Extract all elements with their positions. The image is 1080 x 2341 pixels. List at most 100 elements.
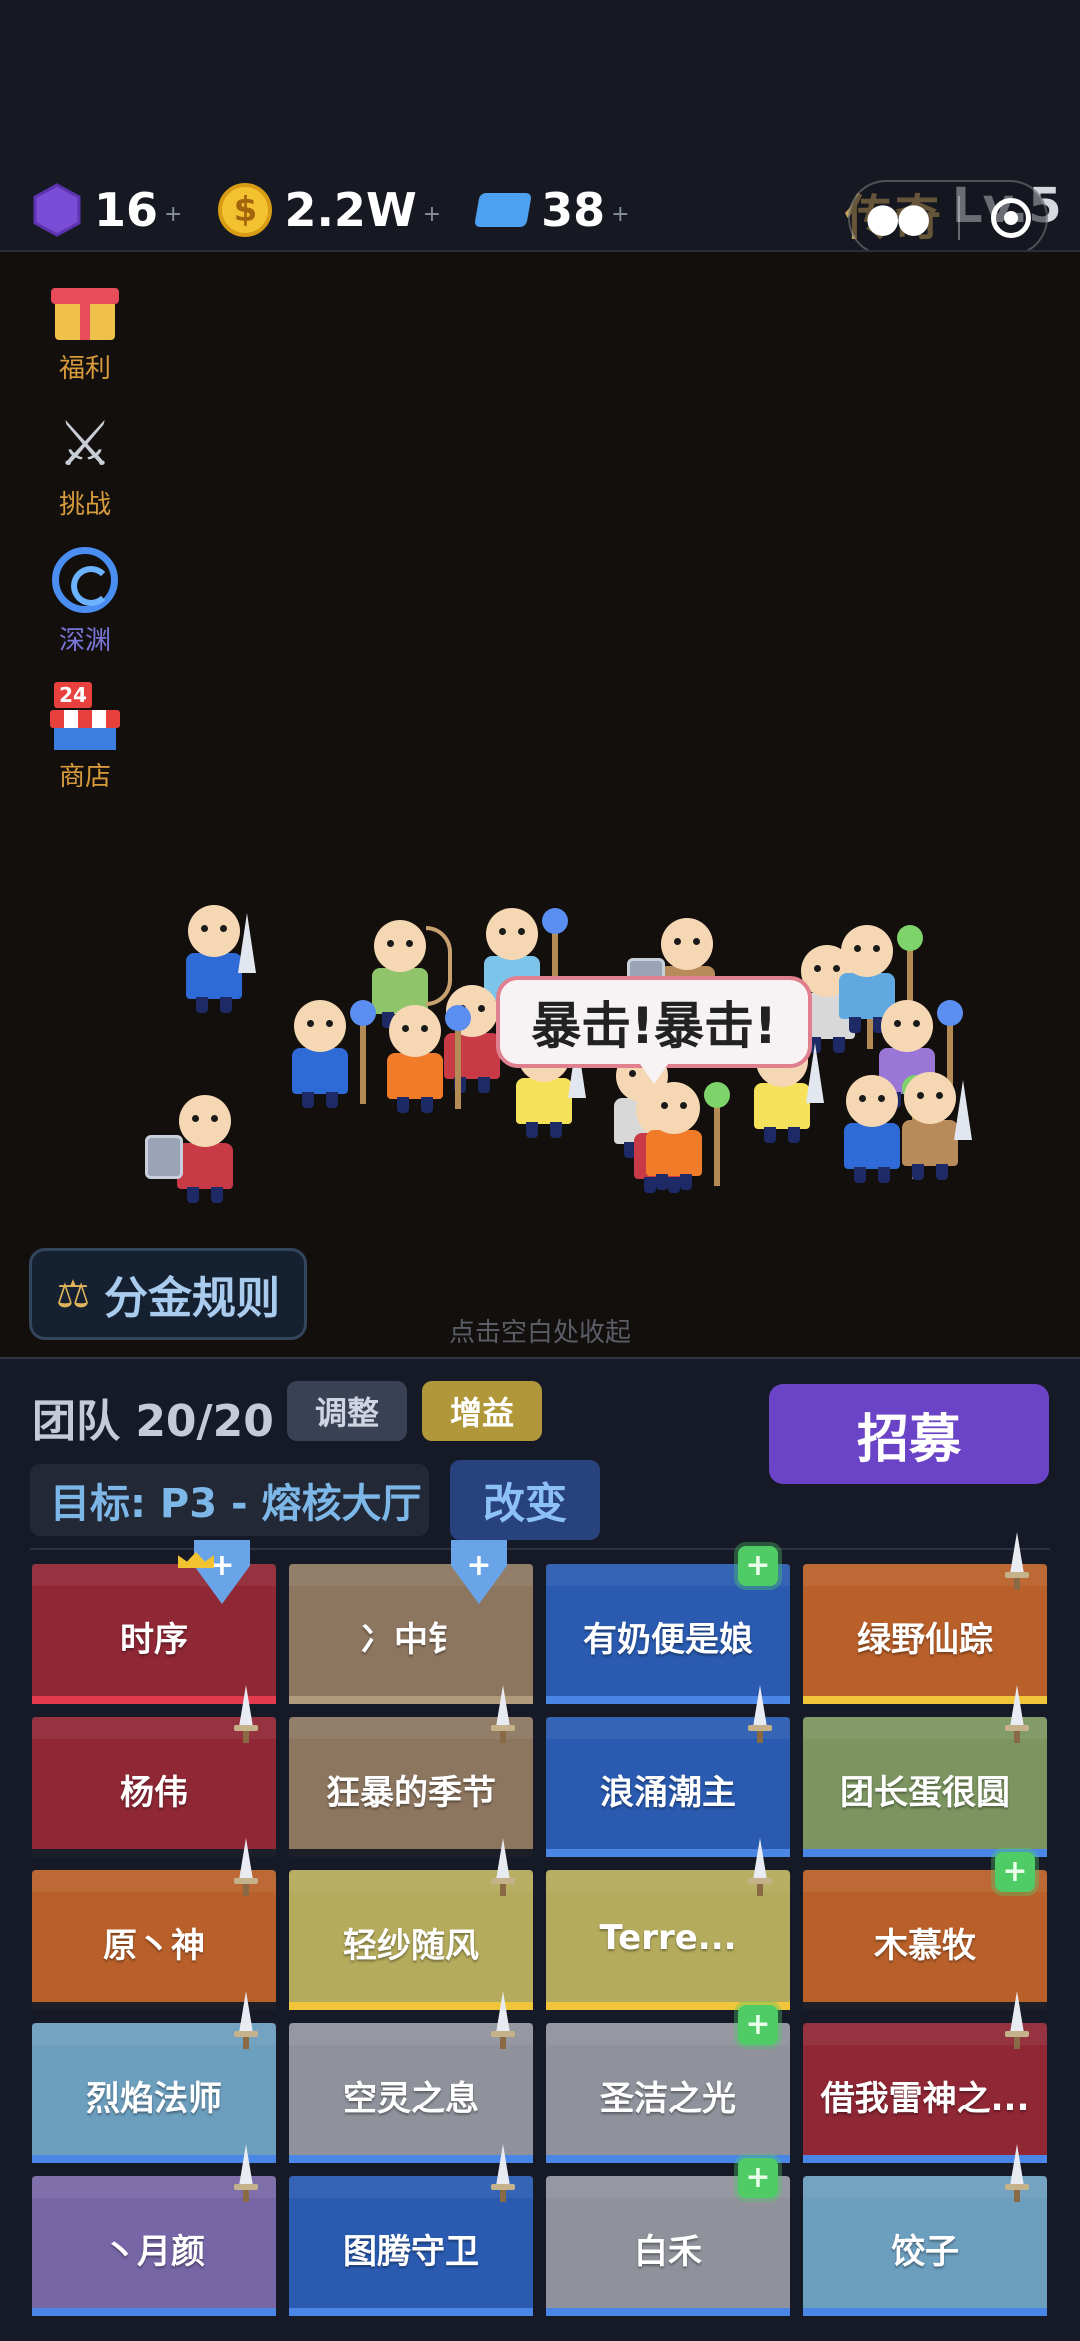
staff-icon	[445, 1005, 471, 1109]
shield-icon	[145, 1135, 183, 1179]
sword-icon	[748, 1685, 772, 1743]
member-card[interactable]: 饺子	[803, 2144, 1047, 2316]
member-card[interactable]: 冫中钅 +	[289, 1540, 533, 1704]
member-name: 烈焰法师	[86, 2079, 222, 2119]
sword-icon	[954, 1080, 972, 1140]
hero-unit	[642, 1082, 730, 1192]
side-item-label: 福利	[58, 354, 111, 384]
side-item-label: 挑战	[58, 490, 111, 520]
currency-bar: 16 + $ 2.2W + 38 +	[0, 170, 666, 250]
close-target-icon[interactable]	[990, 198, 1031, 238]
gift-icon	[51, 276, 119, 340]
member-name: 轻纱随风	[343, 1926, 479, 1966]
heal-cross-icon: +	[738, 2158, 778, 2198]
team-count: 团队 20/20	[32, 1396, 274, 1447]
sword-icon	[491, 1838, 515, 1896]
ticket-add[interactable]: +	[611, 202, 629, 227]
member-name: 丶月颜	[103, 2232, 205, 2272]
buff-button[interactable]: 增益	[422, 1381, 542, 1441]
side-item-shop[interactable]: 24 商店	[30, 678, 140, 794]
gem-icon	[33, 183, 81, 237]
swirl-icon	[52, 547, 118, 613]
member-name: 图腾守卫	[343, 2232, 479, 2272]
member-card[interactable]: 浪涌潮主	[546, 1685, 790, 1857]
battlefield[interactable]	[0, 252, 1080, 1357]
hero-unit	[145, 1095, 237, 1205]
coin-add[interactable]: +	[423, 202, 441, 227]
hero-unit	[182, 905, 256, 1015]
member-name: 时序	[120, 1620, 188, 1660]
member-name: 绿野仙踪	[857, 1620, 993, 1660]
shop-icon: 24	[50, 682, 120, 750]
crossed-swords-icon: ⚔	[57, 407, 113, 480]
ticket-value: 38	[541, 183, 606, 237]
sword-icon	[491, 2144, 515, 2202]
heal-cross-icon: +	[995, 1852, 1035, 1892]
member-card[interactable]: 木慕牧 +	[803, 1852, 1047, 2010]
member-card[interactable]: 丶月颜	[32, 2144, 276, 2316]
shop-badge: 24	[54, 682, 92, 708]
hero-unit	[440, 985, 504, 1095]
sword-icon	[234, 2144, 258, 2202]
member-card[interactable]: 时序 +	[32, 1540, 276, 1704]
sword-icon	[1005, 1532, 1029, 1590]
change-target-button[interactable]: 改变	[450, 1460, 600, 1540]
member-card[interactable]: 圣洁之光 +	[546, 2005, 790, 2163]
side-menu: 福利 ⚔ 挑战 深渊 24 商店	[30, 270, 140, 814]
member-card[interactable]: 团长蛋很圆	[803, 1685, 1047, 1857]
side-item-challenge[interactable]: ⚔ 挑战	[30, 406, 140, 522]
crit-speech-bubble: 暴击!暴击!	[496, 976, 812, 1084]
hero-unit	[840, 1075, 928, 1185]
shield-icon: +	[451, 1540, 507, 1604]
member-name: 狂暴的季节	[326, 1773, 496, 1813]
sword-icon	[1005, 1685, 1029, 1743]
collapse-hint: 点击空白处收起	[448, 1318, 631, 1348]
member-card[interactable]: Terre...	[546, 1838, 790, 2010]
member-card[interactable]: 原丶神	[32, 1838, 276, 2010]
heal-cross-icon: +	[738, 2005, 778, 2045]
more-icon[interactable]: ●●	[865, 195, 931, 241]
recruit-button[interactable]: 招募	[769, 1384, 1049, 1484]
capsule-divider	[957, 196, 960, 240]
gem-value: 16	[94, 183, 159, 237]
shield-icon: +	[194, 1540, 250, 1604]
side-item-abyss[interactable]: 深渊	[30, 542, 140, 658]
member-name: 浪涌潮主	[600, 1773, 736, 1813]
adjust-button[interactable]: 调整	[287, 1381, 407, 1441]
sword-icon	[491, 1685, 515, 1743]
side-item-label: 商店	[58, 762, 111, 792]
ticket-currency[interactable]: 38 +	[474, 183, 630, 237]
member-card[interactable]: 绿野仙踪	[803, 1532, 1047, 1704]
member-card[interactable]: 白禾 +	[546, 2158, 790, 2316]
gem-add[interactable]: +	[164, 202, 182, 227]
staff-icon	[704, 1082, 730, 1186]
hero-unit	[898, 1072, 972, 1182]
card-stripe	[289, 2308, 533, 2316]
sword-icon	[1005, 1991, 1029, 2049]
sword-icon	[234, 1838, 258, 1896]
sword-icon	[234, 1991, 258, 2049]
raid-target: 目标: P3 - 熔核大厅	[30, 1464, 429, 1536]
side-item-welfare[interactable]: 福利	[30, 270, 140, 386]
member-card[interactable]: 有奶便是娘 +	[546, 1546, 790, 1704]
member-card[interactable]: 借我雷神之...	[803, 1991, 1047, 2163]
coin-value: 2.2W	[284, 183, 417, 237]
member-name: Terre...	[599, 1918, 737, 1958]
member-card[interactable]: 空灵之息	[289, 1991, 533, 2163]
member-card[interactable]: 杨伟	[32, 1685, 276, 1857]
coin-currency[interactable]: $ 2.2W +	[218, 183, 441, 237]
sword-icon	[748, 1838, 772, 1896]
member-card[interactable]: 烈焰法师	[32, 1991, 276, 2163]
member-card[interactable]: 轻纱随风	[289, 1838, 533, 2010]
member-name: 白禾	[634, 2232, 702, 2272]
sword-icon	[1005, 2144, 1029, 2202]
member-card[interactable]: 图腾守卫	[289, 2144, 533, 2316]
panel-divider	[30, 1548, 1050, 1550]
gem-currency[interactable]: 16 +	[32, 183, 182, 237]
side-item-label: 深渊	[58, 626, 111, 656]
card-stripe	[32, 2308, 276, 2316]
coin-icon: $	[218, 183, 273, 237]
sword-icon	[491, 1991, 515, 2049]
member-name: 团长蛋很圆	[840, 1773, 1010, 1813]
member-card[interactable]: 狂暴的季节	[289, 1685, 533, 1857]
